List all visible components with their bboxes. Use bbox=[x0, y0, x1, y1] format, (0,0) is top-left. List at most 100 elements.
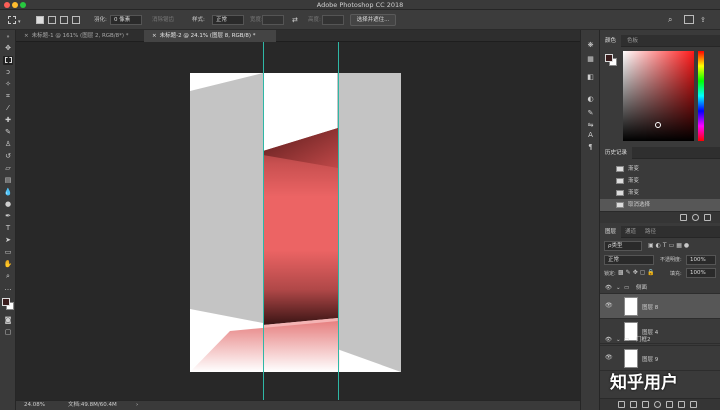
more-tools-icon[interactable]: … bbox=[3, 284, 13, 293]
lasso-tool-icon[interactable]: ↄ bbox=[3, 68, 13, 77]
tab-close-icon[interactable]: × bbox=[24, 33, 29, 39]
paragraph-panel-icon[interactable]: ¶ bbox=[585, 142, 596, 152]
height-input[interactable] bbox=[322, 15, 344, 25]
dodge-tool-icon[interactable]: ● bbox=[3, 200, 13, 209]
opacity-input[interactable]: 100% bbox=[686, 255, 716, 265]
link-layers-icon[interactable] bbox=[618, 401, 625, 408]
tab-paths[interactable]: 路径 bbox=[640, 226, 661, 238]
layer-filter-select[interactable]: ρ类型 bbox=[604, 241, 642, 251]
share-icon[interactable]: ⇪ bbox=[700, 15, 706, 25]
magic-wand-tool-icon[interactable]: ✧ bbox=[3, 80, 13, 89]
history-item[interactable]: 渐变 bbox=[600, 163, 720, 175]
layer-group[interactable]: 👁 ⌄ ▭ 门框2 bbox=[600, 334, 720, 346]
fill-input[interactable]: 100% bbox=[686, 268, 716, 278]
color-panel-icon[interactable]: ❋ bbox=[585, 40, 596, 50]
history-item[interactable]: 渐变 bbox=[600, 187, 720, 199]
brush-panel-icon[interactable]: ✎ bbox=[585, 108, 596, 118]
layer-row-selected[interactable]: 👁 图层 8 bbox=[600, 294, 720, 319]
style-select[interactable]: 正常 bbox=[212, 15, 244, 25]
new-selection-icon[interactable] bbox=[36, 16, 44, 24]
history-brush-tool-icon[interactable]: ↺ bbox=[3, 152, 13, 161]
healing-brush-tool-icon[interactable]: ✚ bbox=[3, 116, 13, 125]
eraser-tool-icon[interactable]: ▱ bbox=[3, 164, 13, 173]
hand-tool-icon[interactable]: ✋ bbox=[3, 260, 13, 269]
eyedropper-tool-icon[interactable]: ⁄ bbox=[3, 104, 13, 113]
rectangular-marquee-tool-icon[interactable] bbox=[3, 56, 13, 65]
subtract-from-selection-icon[interactable] bbox=[60, 16, 68, 24]
new-layer-icon[interactable] bbox=[678, 401, 685, 408]
gradient-tool-icon[interactable]: ▤ bbox=[3, 176, 13, 185]
add-mask-icon[interactable] bbox=[642, 401, 649, 408]
eye-icon[interactable]: 👁 bbox=[605, 354, 613, 361]
vertical-guide[interactable] bbox=[263, 42, 264, 400]
pen-tool-icon[interactable]: ✒ bbox=[3, 212, 13, 221]
collapse-toolbar-icon[interactable]: » bbox=[3, 33, 13, 42]
foreground-color-swatch[interactable] bbox=[2, 298, 10, 306]
intersect-selection-icon[interactable] bbox=[72, 16, 80, 24]
tab-layers[interactable]: 图层 bbox=[600, 226, 622, 238]
type-tool-icon[interactable]: T bbox=[3, 224, 13, 233]
eye-icon[interactable]: 👁 bbox=[605, 334, 612, 346]
marquee-tool-preset-icon[interactable]: ▾ bbox=[6, 14, 24, 26]
chevron-down-icon[interactable]: ⌄ bbox=[616, 282, 621, 294]
path-selection-tool-icon[interactable]: ➤ bbox=[3, 236, 13, 245]
select-and-mask-button[interactable]: 选择并遮住... bbox=[350, 14, 396, 26]
right-wall-shape bbox=[337, 73, 401, 372]
blur-tool-icon[interactable]: 💧 bbox=[3, 188, 13, 197]
trash-icon[interactable] bbox=[690, 401, 697, 408]
lock-icons[interactable]: ▩✎✥▢🔒 bbox=[618, 269, 657, 276]
document-canvas[interactable] bbox=[190, 73, 401, 372]
history-item[interactable]: 渐变 bbox=[600, 175, 720, 187]
character-panel-icon[interactable]: A bbox=[585, 130, 596, 140]
swap-width-height-icon[interactable]: ⇄ bbox=[292, 15, 298, 25]
layers-footer bbox=[600, 398, 720, 410]
history-item-selected[interactable]: 取消选择 bbox=[600, 199, 720, 211]
document-size-info[interactable]: 文档:49.8M/60.4M bbox=[68, 401, 117, 410]
vertical-guide[interactable] bbox=[338, 42, 339, 400]
adjustment-layer-icon[interactable] bbox=[654, 401, 661, 408]
zoom-level[interactable]: 24.08% bbox=[24, 401, 45, 410]
hue-slider[interactable] bbox=[698, 51, 704, 141]
antialias-checkbox-label[interactable]: 消除锯齿 bbox=[152, 15, 174, 25]
status-arrow-icon[interactable]: › bbox=[136, 401, 138, 410]
crop-tool-icon[interactable]: ⌗ bbox=[3, 92, 13, 101]
new-document-from-state-icon[interactable] bbox=[680, 214, 687, 221]
shape-tool-icon[interactable]: ▭ bbox=[3, 248, 13, 257]
layer-filter-icons[interactable]: ▣◐T▭▦● bbox=[648, 242, 718, 250]
tab-channels[interactable]: 通道 bbox=[620, 226, 641, 238]
add-to-selection-icon[interactable] bbox=[48, 16, 56, 24]
libraries-panel-icon[interactable]: ◧ bbox=[585, 72, 596, 82]
layer-style-icon[interactable] bbox=[630, 401, 637, 408]
tab-swatches[interactable]: 色板 bbox=[622, 35, 643, 47]
move-tool-icon[interactable]: ✥ bbox=[3, 44, 13, 53]
swatches-panel-icon[interactable]: ▦ bbox=[585, 54, 596, 64]
color-picker-cursor[interactable] bbox=[655, 122, 661, 128]
feather-input[interactable]: 0 像素 bbox=[110, 15, 142, 25]
adjustments-panel-icon[interactable]: ◐ bbox=[585, 94, 596, 104]
clone-stamp-tool-icon[interactable]: ♙ bbox=[3, 140, 13, 149]
eye-icon[interactable]: 👁 bbox=[605, 282, 612, 294]
tab-history[interactable]: 历史记录 bbox=[600, 147, 633, 159]
panel-foreground-swatch[interactable] bbox=[605, 54, 613, 62]
quick-mask-icon[interactable]: ◙ bbox=[3, 316, 13, 325]
search-icon[interactable]: ⌕ bbox=[668, 15, 672, 25]
chevron-down-icon[interactable]: ⌄ bbox=[616, 334, 621, 346]
tab-close-icon[interactable]: × bbox=[152, 33, 157, 39]
blend-mode-select[interactable]: 正常 bbox=[604, 255, 654, 265]
properties-panel-icon[interactable]: ⇋ bbox=[585, 120, 596, 130]
workspace-icon[interactable] bbox=[684, 15, 694, 24]
new-group-icon[interactable] bbox=[666, 401, 673, 408]
opacity-label: 不透明度: bbox=[660, 257, 682, 263]
snapshot-camera-icon[interactable] bbox=[692, 214, 699, 221]
color-field[interactable] bbox=[623, 51, 694, 141]
layer-group[interactable]: 👁 ⌄ ▭ 侧面 bbox=[600, 282, 720, 294]
width-input[interactable] bbox=[262, 15, 284, 25]
eye-icon[interactable]: 👁 bbox=[605, 302, 613, 309]
brush-tool-icon[interactable]: ✎ bbox=[3, 128, 13, 137]
screen-mode-icon[interactable]: ▢ bbox=[3, 328, 13, 337]
tab-color[interactable]: 颜色 bbox=[600, 35, 622, 47]
trash-icon[interactable] bbox=[704, 214, 711, 221]
tab-document-2[interactable]: × 未标题-2 @ 24.1% (图层 8, RGB/8) * bbox=[144, 30, 276, 42]
zoom-tool-icon[interactable]: ⌕ bbox=[3, 272, 13, 281]
tab-document-1[interactable]: × 未标题-1 @ 161% (图层 2, RGB/8*) * bbox=[16, 30, 144, 42]
